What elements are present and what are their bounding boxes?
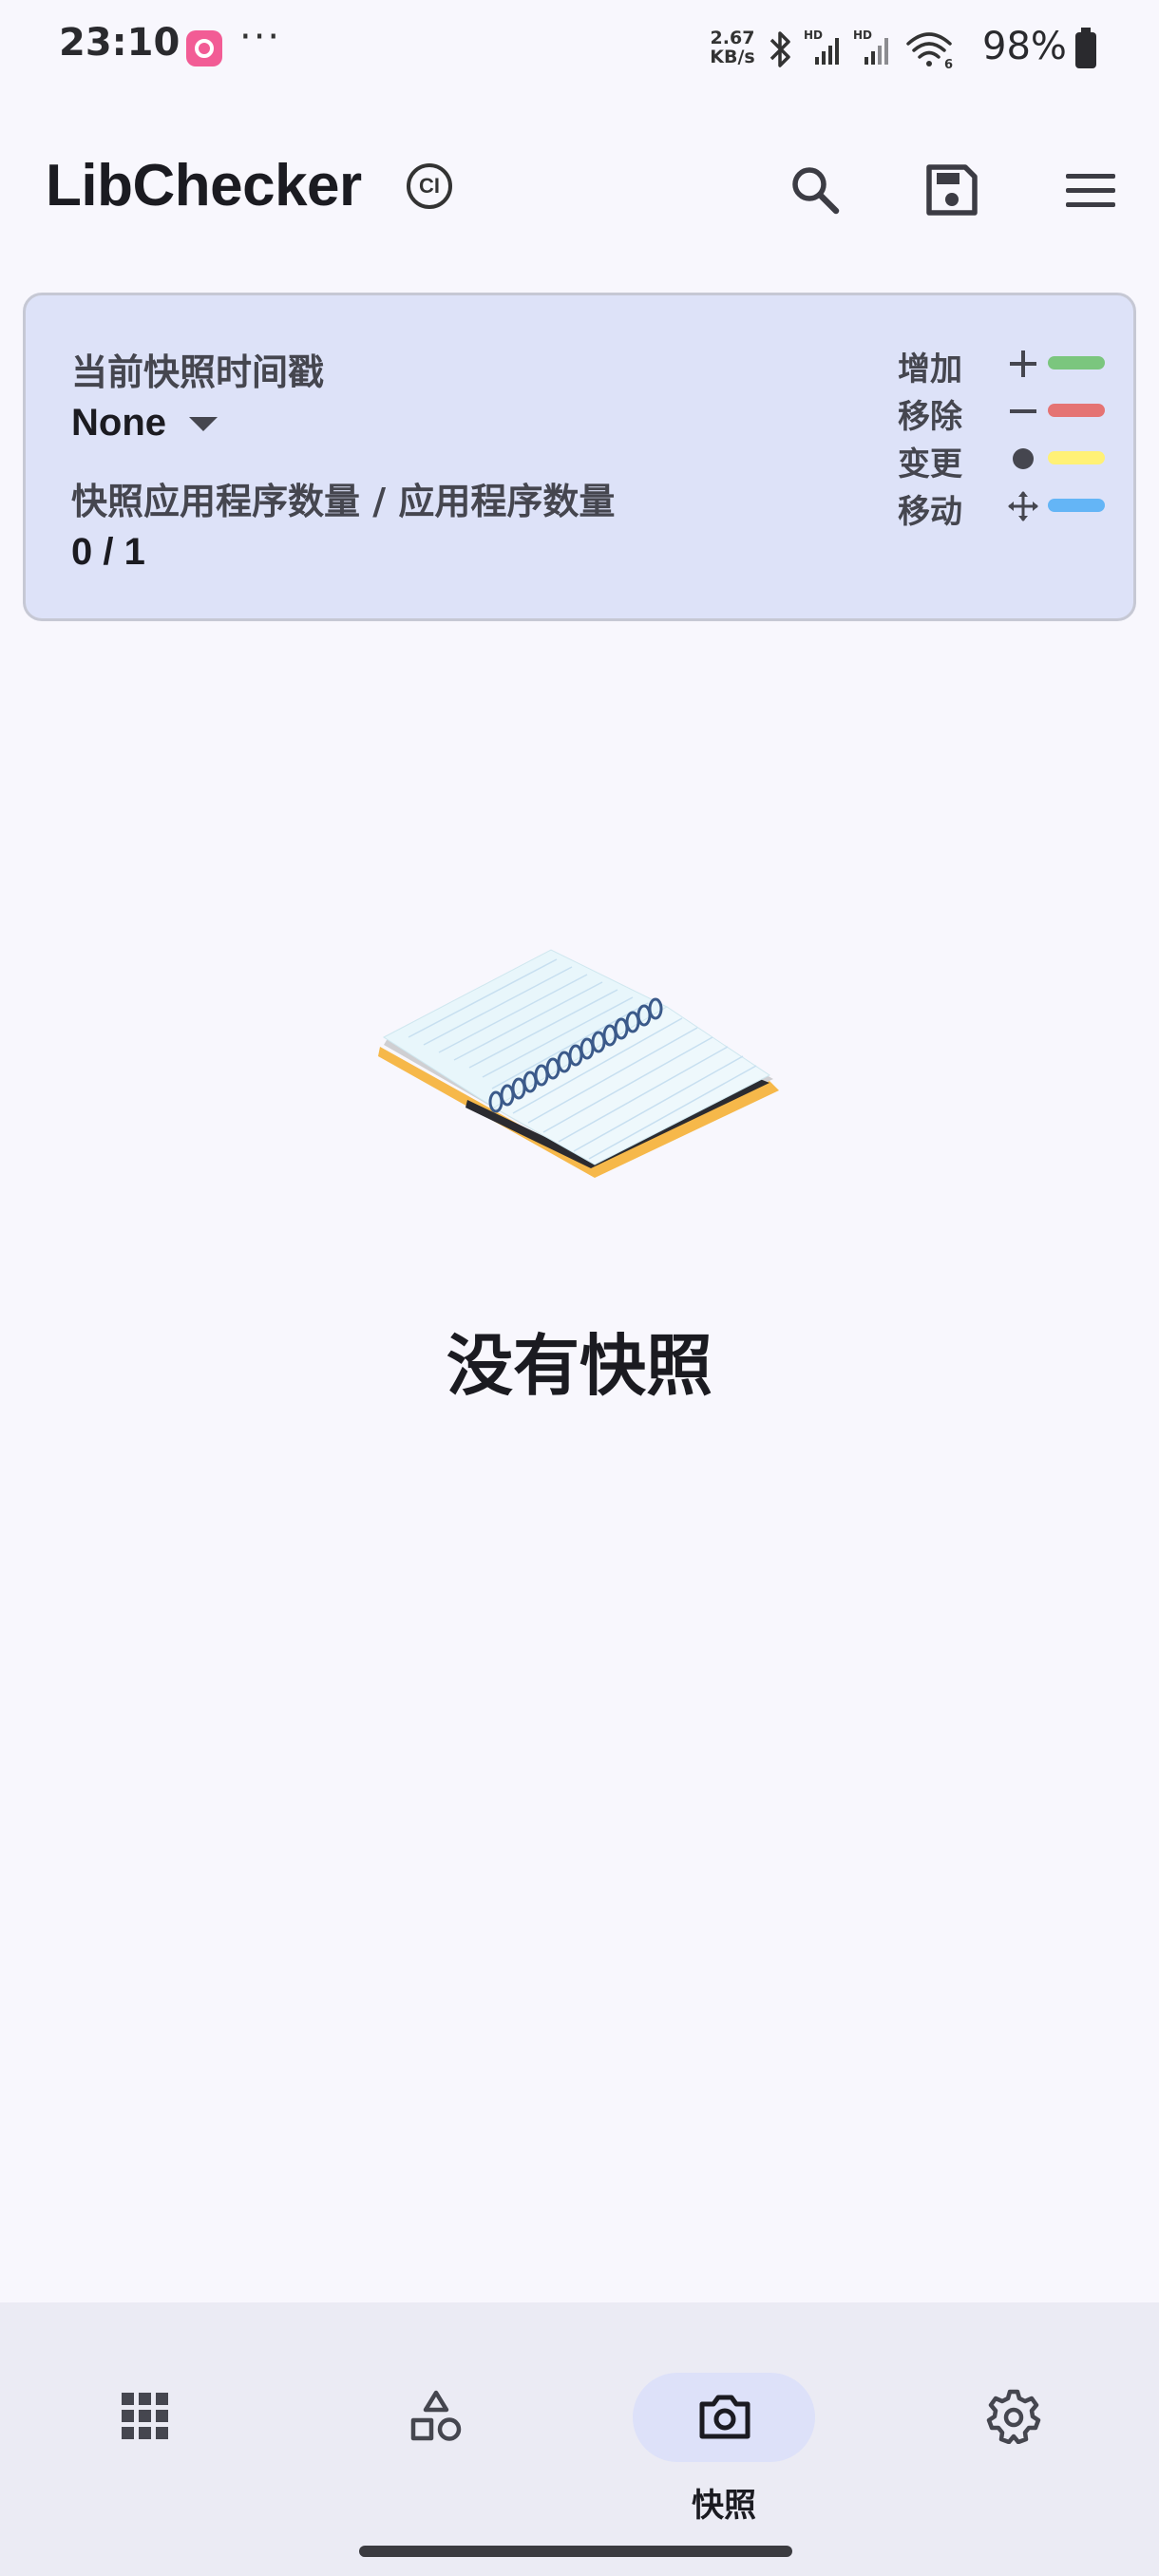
notification-app-icon: [186, 30, 222, 66]
apps-grid-icon: [122, 2393, 168, 2439]
move-icon: [1008, 491, 1038, 521]
nav-item-settings[interactable]: [899, 2337, 1127, 2527]
settings-icon: [986, 2389, 1041, 2444]
bottom-navigation: 快照: [0, 2302, 1159, 2576]
save-snapshot-button[interactable]: [914, 152, 990, 228]
app-count-label: 快照应用程序数量 / 应用程序数量: [71, 481, 616, 522]
menu-icon: [1066, 174, 1115, 207]
wifi-tag: 6: [944, 58, 953, 70]
notebook-illustration: [378, 949, 779, 1178]
search-button[interactable]: [777, 152, 853, 228]
cell-signal-icon-2: HD: [853, 28, 888, 65]
menu-button[interactable]: [1053, 152, 1129, 228]
legend-label: 移除: [898, 398, 962, 436]
legend-item-change: 变更: [898, 438, 1116, 483]
ci-badge: CI: [407, 163, 452, 209]
legend-color-change: [1048, 451, 1105, 464]
home-indicator[interactable]: [359, 2546, 792, 2557]
shapes-icon: [410, 2390, 462, 2441]
plus-icon: [1010, 350, 1036, 377]
dot-icon: [1013, 448, 1034, 469]
legend-label: 增加: [898, 350, 962, 388]
legend-label: 变更: [898, 445, 962, 483]
legend-color-move: [1048, 499, 1105, 512]
nav-label: 快照: [692, 2487, 756, 2525]
nav-item-statistics[interactable]: [321, 2337, 549, 2527]
network-speed-unit: KB/s: [710, 47, 755, 67]
search-icon: [792, 167, 840, 215]
status-bar: 23:10 ··· 2.67 KB/s HD HD 6 98%: [0, 0, 1159, 99]
legend-color-remove: [1048, 404, 1105, 417]
network-speed: 2.67 KB/s: [708, 28, 757, 66]
legend-item-move: 移动: [898, 485, 1116, 531]
dropdown-arrow-icon[interactable]: [189, 417, 218, 431]
battery-percent: 98%: [982, 25, 1067, 68]
status-time: 23:10: [59, 21, 180, 65]
app-title: LibChecker: [46, 153, 362, 218]
network-speed-value: 2.67: [710, 28, 755, 48]
snapshot-info-card: 当前快照时间戳 None 快照应用程序数量 / 应用程序数量 0 / 1 增加 …: [23, 293, 1136, 621]
empty-state-text: 没有快照: [446, 1327, 712, 1405]
cell-signal-icon-1: HD: [804, 28, 839, 65]
signal-tag-2: HD: [853, 28, 872, 42]
signal-tag-1: HD: [804, 28, 823, 42]
battery-icon: [1075, 28, 1096, 68]
camera-icon: [699, 2395, 750, 2439]
timestamp-dropdown[interactable]: None: [71, 402, 166, 445]
legend-color-add: [1048, 356, 1105, 369]
timestamp-label: 当前快照时间戳: [71, 351, 325, 393]
more-notifications-indicator: ···: [239, 15, 282, 59]
legend-item-remove: 移除: [898, 390, 1116, 436]
nav-item-snapshot[interactable]: 快照: [610, 2337, 838, 2527]
nav-item-apps[interactable]: [30, 2337, 258, 2527]
wifi-icon: 6: [906, 32, 953, 70]
app-count-value: 0 / 1: [71, 531, 145, 573]
status-icons: HD HD 6: [770, 28, 953, 70]
save-icon: [926, 164, 978, 216]
bluetooth-icon: [770, 31, 790, 67]
legend-item-add: 增加: [898, 343, 1116, 388]
minus-icon: [1010, 409, 1036, 413]
legend-label: 移动: [898, 493, 962, 531]
